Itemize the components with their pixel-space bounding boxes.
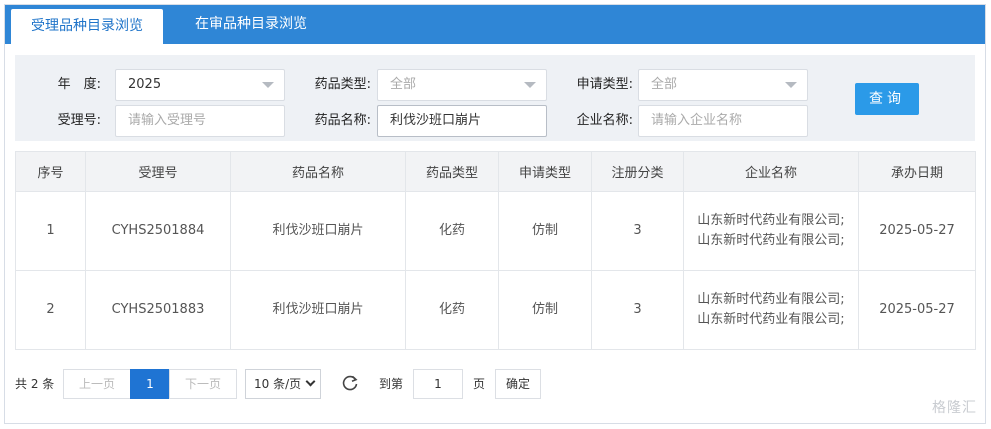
company-input[interactable]: 请输入企业名称 — [638, 105, 808, 137]
drug-type-select[interactable]: 全部 — [377, 69, 547, 101]
year-label: 年 度: — [57, 77, 101, 92]
refresh-icon[interactable] — [341, 374, 359, 392]
cell-drug-type: 化药 — [405, 270, 499, 350]
apply-type-label: 申请类型: — [576, 77, 633, 92]
next-page-button[interactable]: 下一页 — [169, 369, 237, 399]
col-header-accept-no: 受理号 — [85, 151, 231, 192]
drug-name-label: 药品名称: — [314, 113, 371, 128]
cell-reg-class: 3 — [591, 191, 684, 271]
col-header-date: 承办日期 — [858, 151, 976, 192]
results-table: 序号 受理号 药品名称 药品类型 申请类型 注册分类 企业名称 承办日期 1 C… — [15, 151, 976, 350]
page-size-value: 10 条/页 — [254, 377, 302, 391]
page-unit-label: 页 — [473, 377, 486, 391]
cell-drug-type: 化药 — [405, 191, 499, 271]
table-row: 2 CYHS2501883 利伐沙班口崩片 化药 仿制 3 山东新时代药业有限公… — [15, 270, 976, 350]
tab-bar: 受理品种目录浏览 在审品种目录浏览 — [5, 5, 985, 44]
col-header-drug-name: 药品名称 — [230, 151, 406, 192]
cell-company: 山东新时代药业有限公司;山东新时代药业有限公司; — [683, 270, 859, 350]
cell-apply-type: 仿制 — [498, 270, 592, 350]
table-header-row: 序号 受理号 药品名称 药品类型 申请类型 注册分类 企业名称 承办日期 — [15, 151, 976, 192]
cell-index: 2 — [15, 270, 86, 350]
goto-page-input[interactable]: 1 — [413, 369, 463, 399]
cell-accept-no: CYHS2501883 — [85, 270, 231, 350]
year-value: 2025 — [128, 77, 162, 92]
tab-under-review-catalog[interactable]: 在审品种目录浏览 — [175, 5, 327, 44]
col-header-company: 企业名称 — [683, 151, 859, 192]
cell-company: 山东新时代药业有限公司;山东新时代药业有限公司; — [683, 191, 859, 271]
chevron-down-icon — [262, 82, 274, 88]
col-header-apply-type: 申请类型 — [498, 151, 592, 192]
goto-confirm-button[interactable]: 确定 — [495, 369, 541, 399]
cell-index: 1 — [15, 191, 86, 271]
accept-no-input[interactable]: 请输入受理号 — [115, 105, 285, 137]
cell-apply-type: 仿制 — [498, 191, 592, 271]
apply-type-select[interactable]: 全部 — [638, 69, 808, 101]
catalog-panel: 受理品种目录浏览 在审品种目录浏览 年 度: 2025 药品类型: 全部 申请类… — [4, 4, 986, 424]
col-header-reg-class: 注册分类 — [591, 151, 684, 192]
query-button[interactable]: 查询 — [855, 83, 919, 115]
cell-accept-no: CYHS2501884 — [85, 191, 231, 271]
apply-type-value: 全部 — [651, 77, 678, 92]
cell-date: 2025-05-27 — [858, 191, 976, 271]
col-header-drug-type: 药品类型 — [405, 151, 499, 192]
goto-label: 到第 — [379, 377, 404, 391]
drug-name-input[interactable]: 利伐沙班口崩片 — [377, 105, 547, 137]
chevron-down-icon — [785, 82, 797, 88]
cell-reg-class: 3 — [591, 270, 684, 350]
prev-page-button[interactable]: 上一页 — [63, 369, 131, 399]
search-form: 年 度: 2025 药品类型: 全部 申请类型: 全部 受理号: 请输入受理号 … — [15, 55, 975, 141]
tab-accepted-catalog[interactable]: 受理品种目录浏览 — [11, 9, 163, 44]
accept-no-label: 受理号: — [57, 113, 101, 128]
year-select[interactable]: 2025 — [115, 69, 285, 101]
chevron-down-icon — [305, 376, 316, 387]
table-row: 1 CYHS2501884 利伐沙班口崩片 化药 仿制 3 山东新时代药业有限公… — [15, 191, 976, 271]
cell-drug-name: 利伐沙班口崩片 — [230, 270, 406, 350]
total-count: 共 2 条 — [15, 377, 55, 391]
page-1-button[interactable]: 1 — [130, 369, 170, 399]
page-size-select[interactable]: 10 条/页 — [245, 369, 321, 399]
chevron-down-icon — [524, 82, 536, 88]
cell-drug-name: 利伐沙班口崩片 — [230, 191, 406, 271]
drug-type-value: 全部 — [390, 77, 417, 92]
watermark-logo: 格隆汇 — [932, 400, 977, 416]
company-label: 企业名称: — [576, 113, 633, 128]
drug-type-label: 药品类型: — [314, 77, 371, 92]
col-header-index: 序号 — [15, 151, 86, 192]
cell-date: 2025-05-27 — [858, 270, 976, 350]
